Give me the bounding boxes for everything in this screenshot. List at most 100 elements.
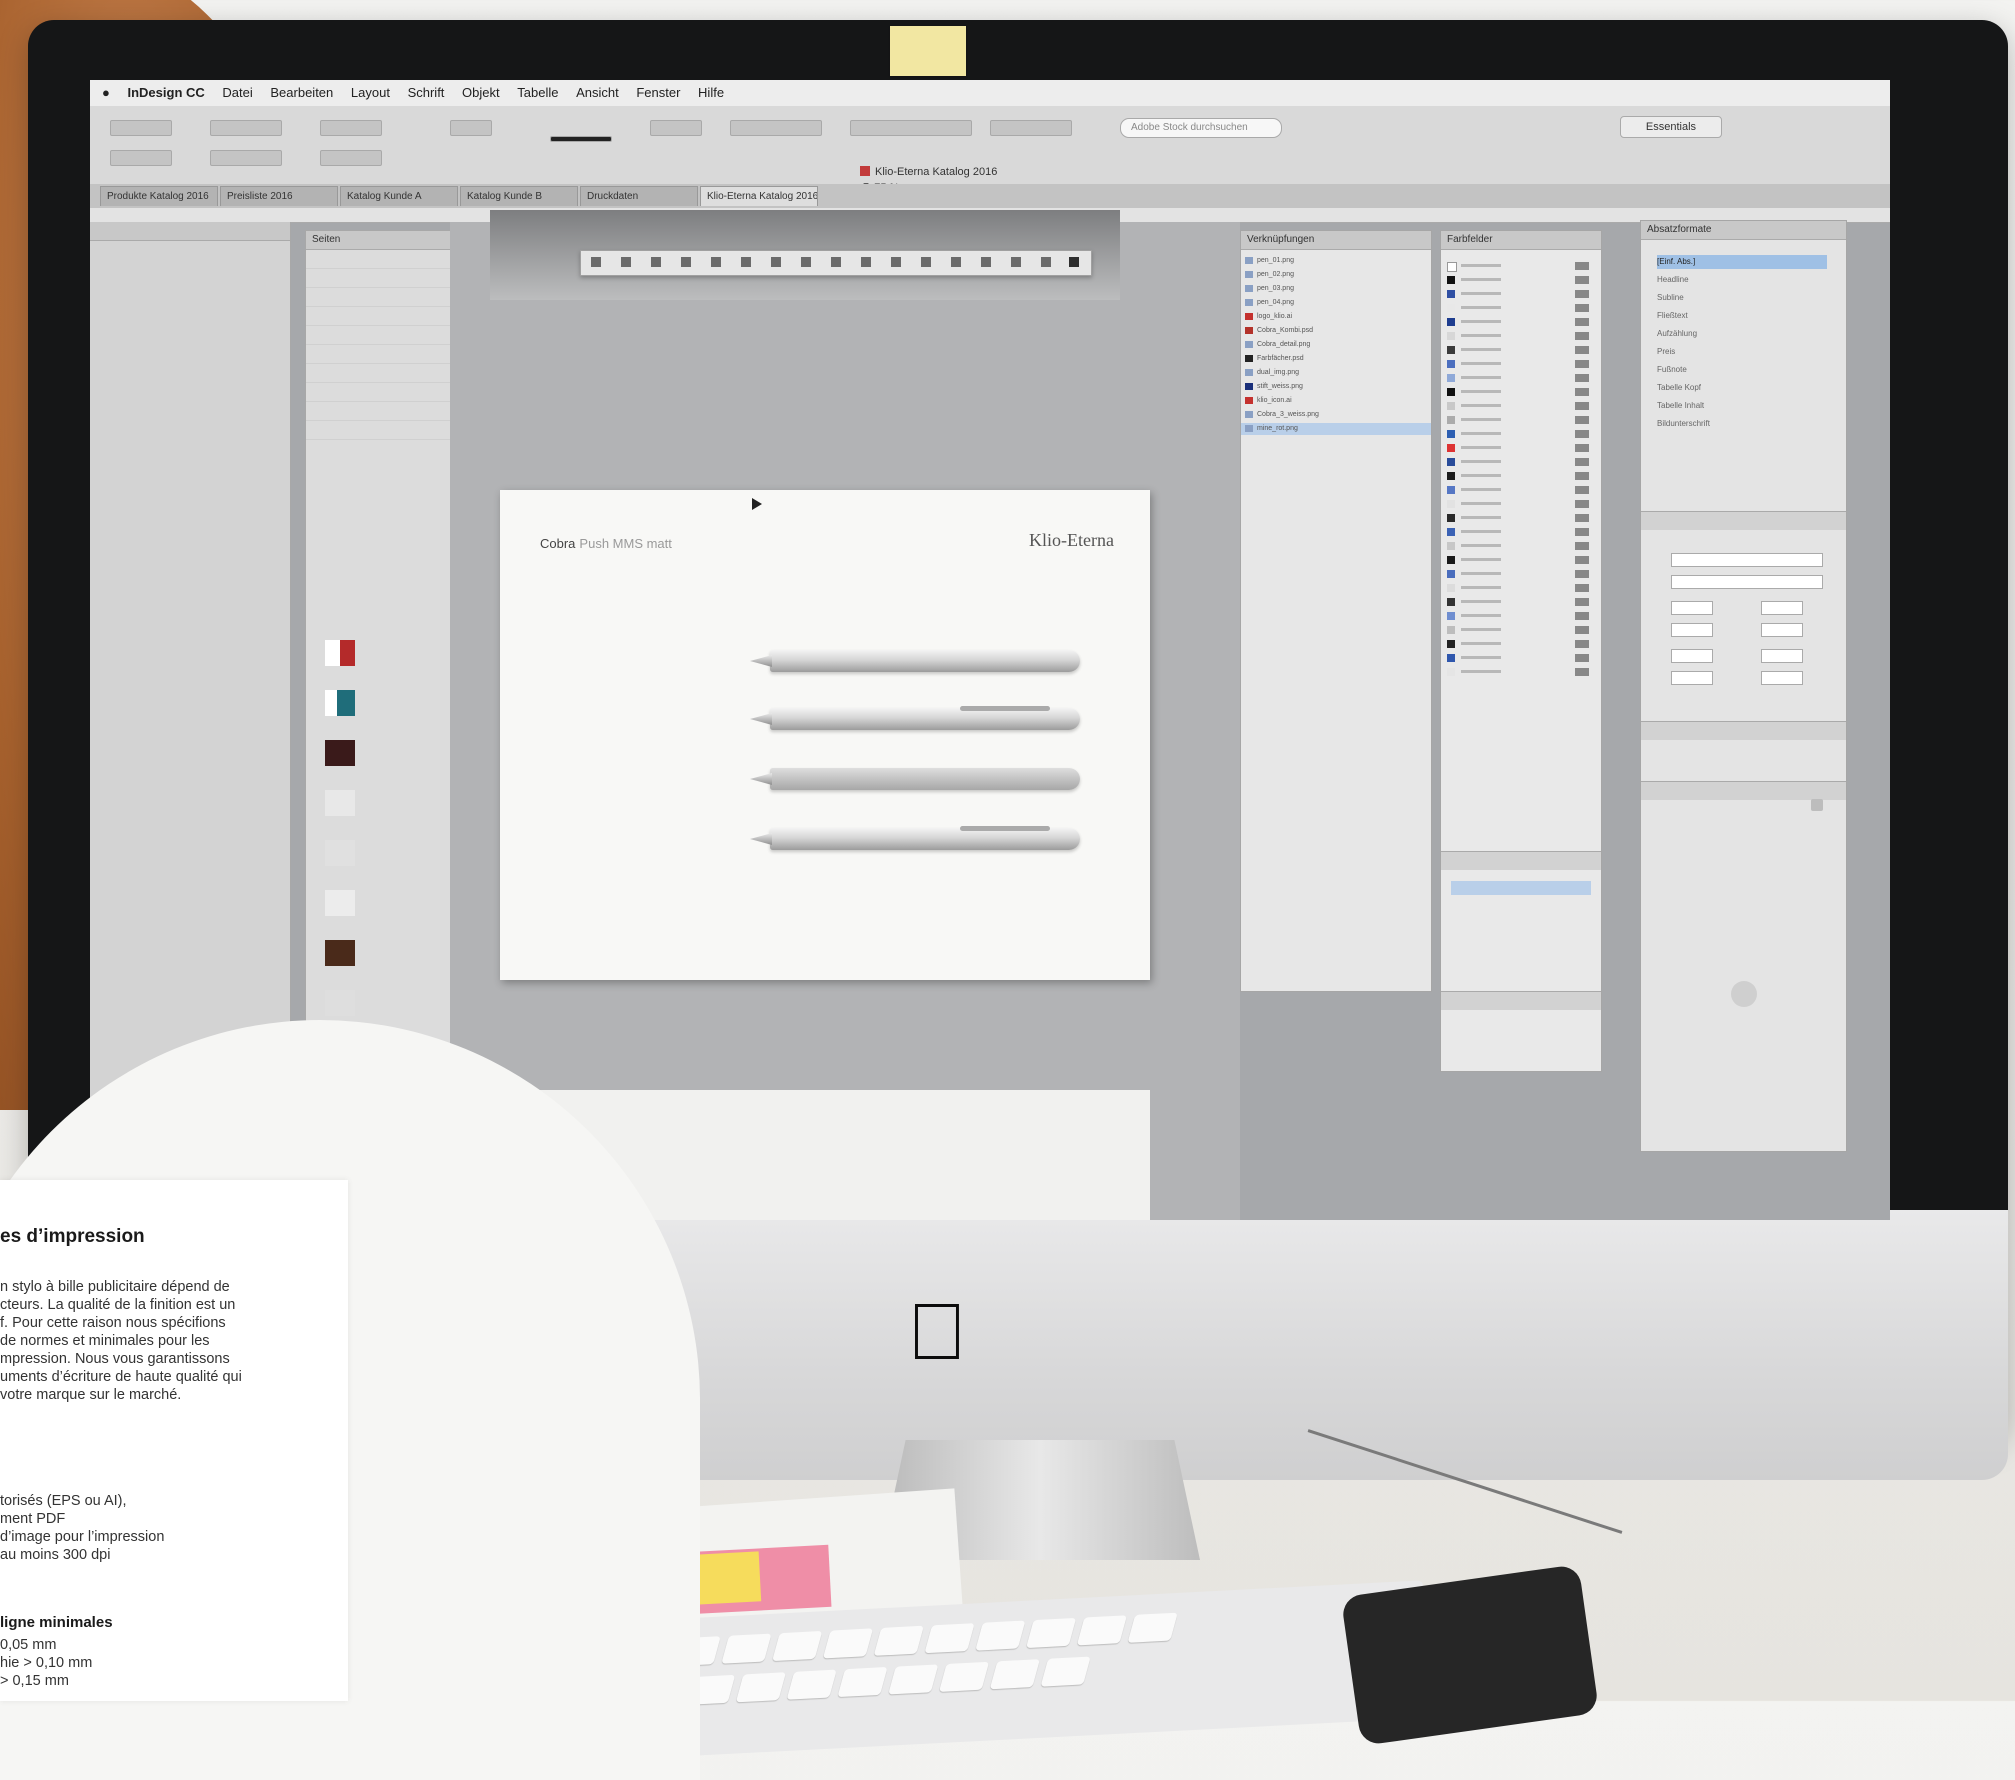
pen-image[interactable] xyxy=(750,706,1080,730)
page-list-item[interactable]: ​ xyxy=(306,250,451,269)
swatch-item[interactable] xyxy=(1447,625,1597,635)
swatch-item[interactable] xyxy=(1447,387,1597,397)
pen-tool-icon[interactable] xyxy=(741,257,751,267)
page-thumbnail[interactable] xyxy=(325,940,355,966)
line-tool-icon[interactable] xyxy=(711,257,721,267)
page-list-item[interactable]: ​ xyxy=(306,345,451,364)
note-tool-icon[interactable] xyxy=(951,257,961,267)
scale-x-field[interactable] xyxy=(320,120,382,136)
direct-selection-tool-icon[interactable] xyxy=(621,257,631,267)
stroke-panel-tabs[interactable] xyxy=(1441,991,1601,1010)
link-item-selected[interactable]: mine_rot.png xyxy=(1241,423,1431,435)
swatch-item[interactable] xyxy=(1447,275,1597,285)
pencil-tool-icon[interactable] xyxy=(771,257,781,267)
gradient-tool-icon[interactable] xyxy=(921,257,931,267)
scale-y-field[interactable] xyxy=(320,150,382,166)
swatch-item[interactable] xyxy=(1447,583,1597,593)
swatch-item[interactable] xyxy=(1447,457,1597,467)
paragraph-style-selected[interactable]: [Einf. Abs.] xyxy=(1657,255,1827,269)
swatch-item[interactable] xyxy=(1447,611,1597,621)
font-size-field[interactable] xyxy=(1671,601,1713,615)
link-item[interactable]: stift_weiss.png xyxy=(1241,381,1431,393)
apple-menu-icon[interactable]: ● xyxy=(102,85,110,100)
menu-file[interactable]: Datei xyxy=(222,85,252,100)
page-thumbnail[interactable] xyxy=(325,840,355,866)
link-item[interactable]: pen_03.png xyxy=(1241,283,1431,295)
page-thumbnail[interactable] xyxy=(325,890,355,916)
link-item[interactable]: klio_icon.ai xyxy=(1241,395,1431,407)
swatch-item[interactable] xyxy=(1447,541,1597,551)
page-list-item[interactable]: ​ xyxy=(306,383,451,402)
swatch-item[interactable] xyxy=(1447,303,1597,313)
swatch-item[interactable] xyxy=(1447,569,1597,579)
page-list-item[interactable]: ​ xyxy=(306,288,451,307)
horizontal-scale-field[interactable] xyxy=(1761,649,1803,663)
swatch-item[interactable] xyxy=(1447,443,1597,453)
swatch-item[interactable] xyxy=(1447,667,1597,677)
link-item[interactable]: Farbfächer.psd xyxy=(1241,353,1431,365)
link-item[interactable]: pen_02.png xyxy=(1241,269,1431,281)
paragraph-style-item[interactable]: Tabelle Inhalt xyxy=(1657,399,1827,413)
page-list-item[interactable]: ​ xyxy=(306,307,451,326)
transform-tool-icon[interactable] xyxy=(891,257,901,267)
pen-image[interactable] xyxy=(750,826,1080,850)
menu-layout[interactable]: Layout xyxy=(351,85,390,100)
paragraph-style-item[interactable]: Bildunterschrift xyxy=(1657,417,1827,431)
tab-document-active[interactable]: Klio-Eterna Katalog 2016 xyxy=(700,186,818,206)
page-tool-icon[interactable] xyxy=(651,257,661,267)
link-item[interactable]: pen_04.png xyxy=(1241,297,1431,309)
swatch-item[interactable] xyxy=(1447,429,1597,439)
tab-document-5[interactable]: Druckdaten xyxy=(580,186,698,206)
character-panel-tabs[interactable] xyxy=(1441,851,1601,870)
rotate-field[interactable] xyxy=(450,120,492,136)
tab-document-1[interactable]: Produkte Katalog 2016 xyxy=(100,186,218,206)
link-item[interactable]: logo_klio.ai xyxy=(1241,311,1431,323)
menu-edit[interactable]: Bearbeiten xyxy=(270,85,333,100)
rectangle-frame-tool-icon[interactable] xyxy=(801,257,811,267)
swatch-item[interactable] xyxy=(1447,261,1597,272)
page-thumbnail[interactable] xyxy=(325,740,355,766)
font-family-field[interactable] xyxy=(1671,553,1823,567)
swatch-item[interactable] xyxy=(1447,485,1597,495)
menu-app[interactable]: InDesign CC xyxy=(127,85,204,100)
page-list-item[interactable]: ​ xyxy=(306,326,451,345)
pen-image[interactable] xyxy=(750,650,1080,672)
swatch-item[interactable] xyxy=(1447,639,1597,649)
stroke-weight-icon[interactable] xyxy=(550,136,612,142)
link-item[interactable]: pen_01.png xyxy=(1241,255,1431,267)
swatch-item[interactable] xyxy=(1447,401,1597,411)
menu-view[interactable]: Ansicht xyxy=(576,85,619,100)
cc-libraries-tabs[interactable] xyxy=(1641,781,1846,800)
screen-mode-icon[interactable] xyxy=(1069,257,1079,267)
link-item[interactable]: Cobra_detail.png xyxy=(1241,339,1431,351)
vertical-scale-field[interactable] xyxy=(1671,649,1713,663)
workspace-switcher[interactable]: Essentials xyxy=(1620,116,1722,138)
swatch-item[interactable] xyxy=(1447,555,1597,565)
paragraph-style-item[interactable]: Fußnote xyxy=(1657,363,1827,377)
paragraph-style-item[interactable]: Aufzählung xyxy=(1657,327,1827,341)
swatch-item[interactable] xyxy=(1447,345,1597,355)
align-buttons[interactable] xyxy=(730,120,822,136)
paragraph-style-item[interactable]: Headline xyxy=(1657,273,1827,287)
type-tool-icon[interactable] xyxy=(681,257,691,267)
page-thumbnail[interactable] xyxy=(325,990,355,1016)
swatch-item[interactable] xyxy=(1447,527,1597,537)
pen-image[interactable] xyxy=(750,768,1080,790)
swatch-item[interactable] xyxy=(1447,289,1597,299)
height-field[interactable] xyxy=(210,150,282,166)
kerning-field[interactable] xyxy=(1671,623,1713,637)
page-thumbnail[interactable] xyxy=(325,640,355,666)
swatch-item[interactable] xyxy=(1447,317,1597,327)
swatch-item[interactable] xyxy=(1447,359,1597,369)
x-field[interactable] xyxy=(110,120,172,136)
character-style-selected[interactable] xyxy=(1451,881,1591,895)
scissors-tool-icon[interactable] xyxy=(861,257,871,267)
menu-object[interactable]: Objekt xyxy=(462,85,500,100)
page-thumbnail[interactable] xyxy=(325,690,355,716)
page-list-item[interactable]: ​ xyxy=(306,364,451,383)
link-item[interactable]: Cobra_3_weiss.png xyxy=(1241,409,1431,421)
link-item[interactable]: dual_img.png xyxy=(1241,367,1431,379)
paragraph-style-item[interactable]: Fließtext xyxy=(1657,309,1827,323)
page-list-item[interactable]: ​ xyxy=(306,269,451,288)
menu-type[interactable]: Schrift xyxy=(408,85,445,100)
